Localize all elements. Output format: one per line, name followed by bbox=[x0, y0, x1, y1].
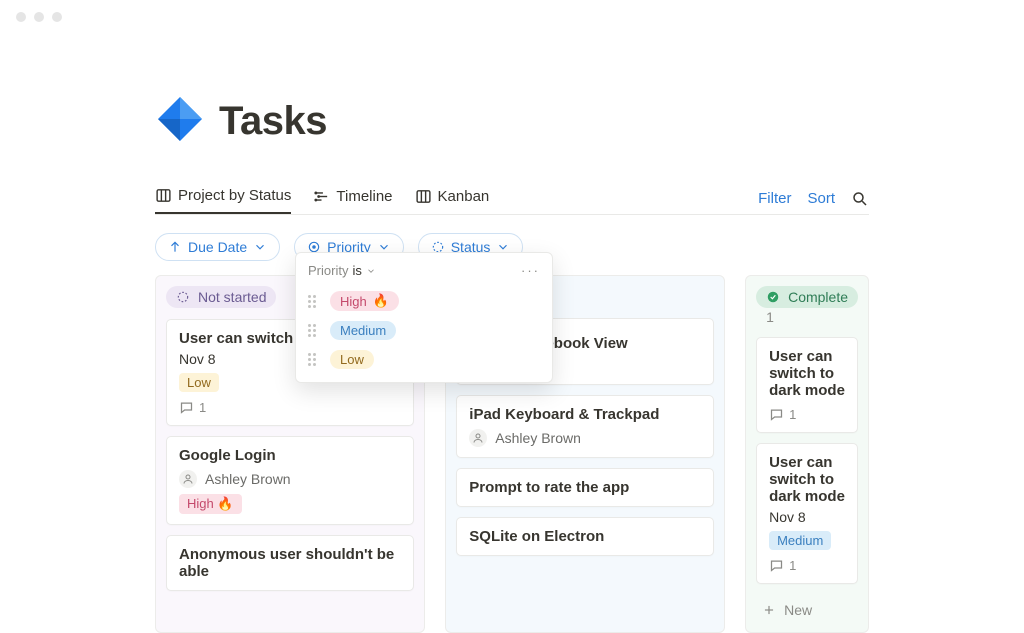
drag-handle-icon[interactable] bbox=[308, 353, 320, 366]
assignee-name: Ashley Brown bbox=[205, 471, 291, 487]
tab-label: Project by Status bbox=[178, 187, 291, 204]
card-comments[interactable]: 1 bbox=[769, 558, 845, 573]
popover-property: Priority bbox=[308, 263, 348, 278]
card-assignee: Ashley Brown bbox=[179, 470, 401, 488]
card-title: Anonymous user shouldn't be able bbox=[179, 546, 401, 580]
tab-label: Timeline bbox=[336, 188, 392, 205]
task-card[interactable]: Google Login Ashley Brown High 🔥 bbox=[166, 436, 414, 525]
page-title: Tasks bbox=[219, 99, 327, 144]
task-card[interactable]: Anonymous user shouldn't be able bbox=[166, 535, 414, 591]
status-complete-icon bbox=[766, 290, 780, 304]
chevron-down-icon bbox=[253, 240, 267, 254]
priority-pill-high: High 🔥 bbox=[330, 291, 399, 311]
task-card[interactable]: User can switch to dark mode Nov 8 Mediu… bbox=[756, 443, 858, 584]
card-title: SQLite on Electron bbox=[469, 528, 701, 545]
card-title: iPad Keyboard & Trackpad bbox=[469, 406, 701, 423]
views-tab-bar: Project by Status Timeline Kanban Filter… bbox=[155, 183, 869, 215]
page-emoji-diamond-icon bbox=[155, 94, 205, 149]
page-title-row: Tasks bbox=[155, 94, 869, 149]
popover-item-high[interactable]: High 🔥 bbox=[308, 286, 540, 316]
comment-count: 1 bbox=[199, 400, 206, 415]
card-title: Google Login bbox=[179, 447, 401, 464]
card-comments[interactable]: 1 bbox=[179, 400, 401, 415]
comment-count: 1 bbox=[789, 558, 796, 573]
popover-verb[interactable]: is bbox=[352, 263, 361, 278]
comment-count: 1 bbox=[789, 407, 796, 422]
comment-icon bbox=[769, 558, 784, 573]
tab-kanban[interactable]: Kanban bbox=[415, 184, 490, 213]
column-header-complete[interactable]: Complete bbox=[756, 286, 858, 308]
priority-filter-popover: Priority is ··· High 🔥 Medium Low bbox=[295, 252, 553, 383]
priority-pill-low: Low bbox=[330, 350, 374, 369]
task-card[interactable]: SQLite on Electron bbox=[456, 517, 714, 556]
new-label: New bbox=[784, 602, 812, 618]
fire-icon: 🔥 bbox=[217, 496, 233, 511]
card-title: Prompt to rate the app bbox=[469, 479, 701, 496]
column-header-not-started[interactable]: Not started bbox=[166, 286, 276, 308]
drag-handle-icon[interactable] bbox=[308, 295, 320, 308]
card-assignee: Ashley Brown bbox=[469, 429, 701, 447]
priority-tag-low: Low bbox=[179, 373, 219, 392]
plus-icon bbox=[762, 603, 776, 617]
card-date: Nov 8 bbox=[769, 509, 845, 525]
priority-pill-medium: Medium bbox=[330, 321, 396, 340]
chip-due-date[interactable]: Due Date bbox=[155, 233, 280, 261]
window-traffic-lights bbox=[0, 0, 1024, 34]
priority-tag-medium: Medium bbox=[769, 531, 831, 550]
chevron-down-icon bbox=[366, 266, 376, 276]
popover-item-low[interactable]: Low bbox=[308, 345, 540, 374]
popover-more-icon[interactable]: ··· bbox=[521, 263, 540, 278]
sort-button[interactable]: Sort bbox=[807, 190, 835, 207]
drag-handle-icon[interactable] bbox=[308, 324, 320, 337]
new-card-button[interactable]: New bbox=[756, 598, 858, 622]
search-icon[interactable] bbox=[851, 190, 869, 208]
tab-project-by-status[interactable]: Project by Status bbox=[155, 183, 291, 214]
tab-label: Kanban bbox=[438, 188, 490, 205]
filter-button[interactable]: Filter bbox=[758, 190, 791, 207]
column-label: Not started bbox=[198, 289, 266, 305]
card-comments[interactable]: 1 bbox=[769, 407, 845, 422]
comment-icon bbox=[769, 407, 784, 422]
popover-item-medium[interactable]: Medium bbox=[308, 316, 540, 345]
column-label: Complete bbox=[788, 289, 848, 305]
comment-icon bbox=[179, 400, 194, 415]
priority-tag-high: High 🔥 bbox=[179, 494, 242, 514]
task-card[interactable]: iPad Keyboard & Trackpad Ashley Brown bbox=[456, 395, 714, 458]
assignee-name: Ashley Brown bbox=[495, 430, 581, 446]
task-card[interactable]: User can switch to dark mode 1 bbox=[756, 337, 858, 433]
column-count: 1 bbox=[766, 309, 774, 325]
card-title: User can switch to dark mode bbox=[769, 348, 845, 399]
chip-label: Due Date bbox=[188, 239, 247, 255]
tab-timeline[interactable]: Timeline bbox=[313, 184, 392, 213]
task-card[interactable]: Prompt to rate the app bbox=[456, 468, 714, 507]
avatar-icon bbox=[179, 470, 197, 488]
avatar-icon bbox=[469, 429, 487, 447]
fire-icon: 🔥 bbox=[373, 293, 389, 309]
card-title: User can switch to dark mode bbox=[769, 454, 845, 505]
column-complete: Complete 1 User can switch to dark mode … bbox=[745, 275, 869, 633]
status-notstarted-icon bbox=[176, 290, 190, 304]
